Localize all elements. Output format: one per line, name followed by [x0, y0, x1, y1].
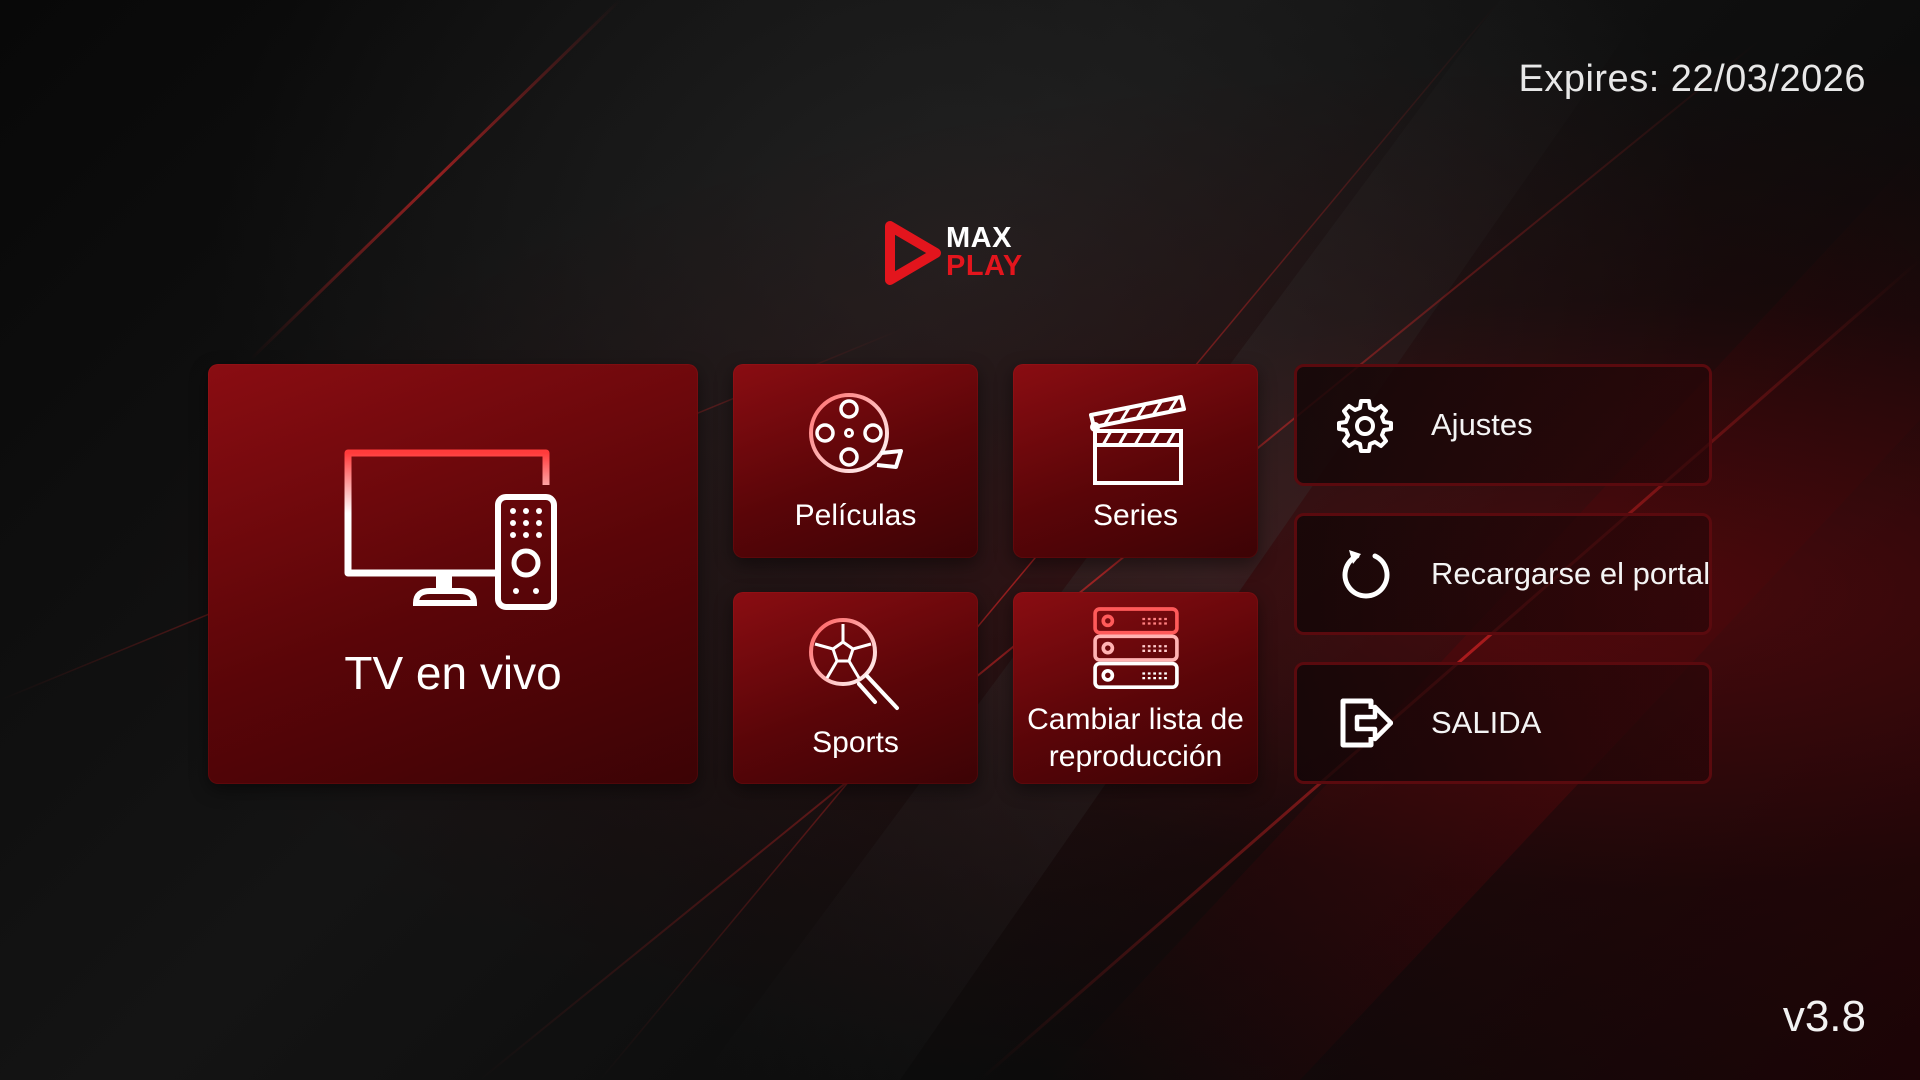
expiry-date-label: Expires: 22/03/2026 — [1518, 58, 1866, 100]
change-playlist-tile[interactable]: Cambiar lista de reproducción — [1013, 592, 1258, 784]
app-logo: MAX PLAY — [884, 218, 1034, 288]
sports-label: Sports — [812, 726, 899, 760]
reload-portal-label: Recargarse el portal — [1431, 556, 1711, 591]
reload-portal-button[interactable]: Recargarse el portal — [1294, 513, 1712, 635]
clapperboard-icon — [1088, 395, 1186, 486]
refresh-icon — [1342, 550, 1390, 599]
movies-label: Películas — [794, 499, 917, 533]
settings-label: Ajustes — [1431, 407, 1533, 442]
exit-label: SALIDA — [1431, 705, 1542, 740]
exit-icon — [1340, 698, 1393, 748]
live-tv-tile[interactable]: TV en vivo — [208, 364, 698, 784]
tv-remote-icon — [344, 449, 557, 611]
series-tile[interactable]: Series — [1013, 364, 1258, 558]
exit-button[interactable]: SALIDA — [1294, 662, 1712, 784]
sports-tile[interactable]: Sports — [733, 592, 978, 784]
settings-button[interactable]: Ajustes — [1294, 364, 1712, 486]
live-tv-label: TV en vivo — [344, 647, 562, 700]
logo-line-max: MAX — [946, 222, 1012, 255]
gear-icon — [1337, 399, 1393, 453]
soccer-ball-icon — [808, 618, 899, 711]
film-reel-icon — [808, 393, 903, 474]
logo-line-play: PLAY — [946, 250, 1023, 282]
series-label: Series — [1092, 499, 1179, 533]
logo-wordmark: MAX PLAY — [946, 222, 1023, 282]
change-playlist-label: Cambiar lista de reproducción — [1027, 702, 1244, 774]
play-logo-icon — [885, 221, 941, 285]
app-version-label: v3.8 — [1782, 992, 1866, 1041]
movies-tile[interactable]: Películas — [733, 364, 978, 558]
server-list-icon — [1092, 606, 1179, 689]
main-menu-screen: Expires: 22/03/2026 MAX PLAY TV en vivo … — [0, 0, 1920, 1080]
